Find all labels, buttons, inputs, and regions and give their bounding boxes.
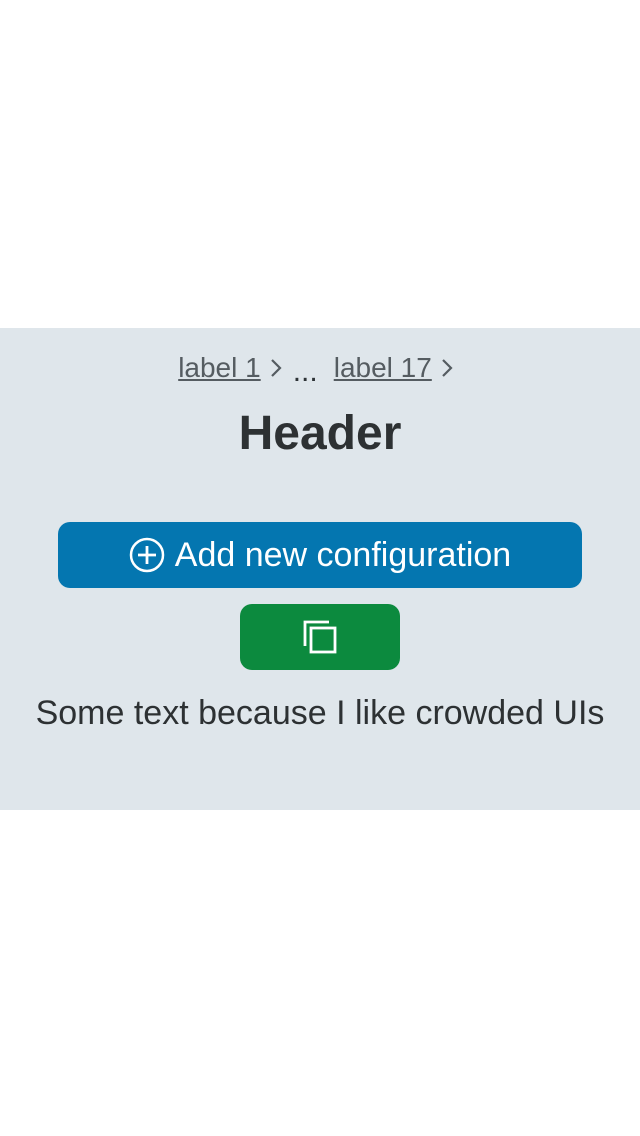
page-title: Header: [238, 407, 402, 460]
chevron-right-icon: [442, 359, 453, 377]
chevron-right-icon: [270, 359, 282, 377]
add-configuration-button[interactable]: Add new configuration: [58, 522, 582, 588]
add-configuration-label: Add new configuration: [174, 535, 512, 574]
description-text: Some text because I like crowded UIs: [35, 694, 605, 732]
plus-circle-icon: [129, 537, 165, 573]
breadcrumb-ellipsis[interactable]: ...: [293, 357, 318, 387]
breadcrumb-item-label-17[interactable]: label 17: [334, 352, 432, 384]
copy-button[interactable]: [240, 604, 400, 670]
copy-icon: [303, 620, 337, 654]
breadcrumb: label 1 ... label 17: [0, 348, 640, 388]
breadcrumb-item-label-1[interactable]: label 1: [178, 352, 261, 384]
